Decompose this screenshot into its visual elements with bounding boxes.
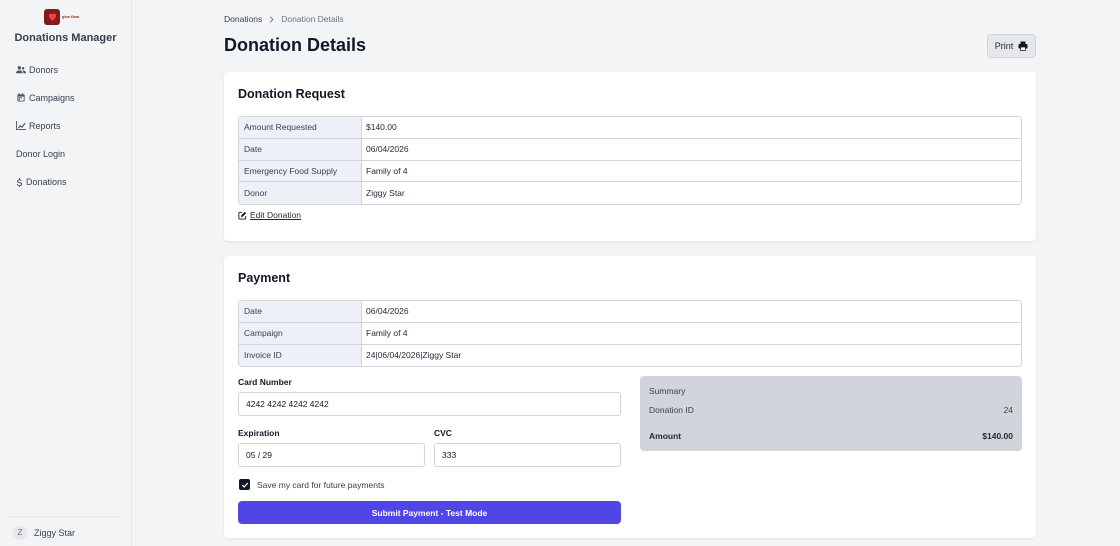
print-label: Print <box>994 41 1014 51</box>
dollar-icon <box>16 177 23 187</box>
table-row: Emergency Food Supply Family of 4 <box>239 160 1021 183</box>
table-row: Date 06/04/2026 <box>239 138 1021 161</box>
calendar-icon <box>17 93 25 102</box>
save-card-label: Save my card for future payments <box>257 480 385 490</box>
table-value: 24|06/04/2026|Ziggy Star <box>366 350 462 361</box>
table-value: Family of 4 <box>366 328 408 339</box>
table-value: Ziggy Star <box>366 188 405 199</box>
edit-donation-link[interactable]: Edit Donation <box>238 210 301 220</box>
summary-value: $140.00 <box>982 431 1013 441</box>
expiration-input[interactable] <box>238 443 425 467</box>
avatar: Z <box>13 526 27 540</box>
summary-row-donation-id: Donation ID 24 <box>649 405 1013 415</box>
breadcrumb: Donations Donation Details <box>224 14 344 24</box>
donation-request-card: Donation Request Amount Requested $140.0… <box>224 72 1036 241</box>
printer-icon <box>1018 41 1028 51</box>
sidebar-item-donations[interactable]: Donations <box>16 176 75 189</box>
sidebar-item-label: Reports <box>29 120 61 131</box>
payment-table: Date 06/04/2026 Campaign Family of 4 Inv… <box>238 300 1022 368</box>
payment-summary: Summary Donation ID 24 Amount $140.00 <box>640 376 1022 451</box>
payment-title: Payment <box>238 271 291 285</box>
edit-icon <box>238 211 247 220</box>
print-button[interactable]: Print <box>987 34 1036 58</box>
donation-request-title: Donation Request <box>238 87 345 101</box>
card-number-input[interactable] <box>238 392 621 416</box>
edit-donation-label: Edit Donation <box>250 210 302 220</box>
table-row: Date 06/04/2026 <box>239 301 1021 323</box>
table-key: Date <box>239 138 362 160</box>
table-value: 06/04/2026 <box>366 144 409 155</box>
donation-request-table: Amount Requested $140.00 Date 06/04/2026… <box>238 116 1022 205</box>
table-key: Campaign <box>239 322 362 344</box>
cvc-input[interactable] <box>434 443 621 467</box>
table-key: Invoice ID <box>239 344 362 367</box>
summary-label: Donation ID <box>649 405 694 415</box>
table-value: $140.00 <box>366 122 397 133</box>
sidebar-item-label: Donors <box>29 64 59 75</box>
logo-text: give flow <box>62 13 80 19</box>
table-row: Campaign Family of 4 <box>239 322 1021 345</box>
expiration-label: Expiration <box>238 428 280 438</box>
submit-payment-button[interactable]: Submit Payment - Test Mode <box>238 501 621 524</box>
users-icon <box>16 66 26 74</box>
table-row: Amount Requested $140.00 <box>239 117 1021 139</box>
summary-row-amount: Amount $140.00 <box>649 431 1013 441</box>
app-logo[interactable]: give flow <box>44 8 86 25</box>
summary-title: Summary <box>649 386 686 396</box>
table-row: Invoice ID 24|06/04/2026|Ziggy Star <box>239 344 1021 367</box>
sidebar-item-donors[interactable]: Donors <box>16 63 75 76</box>
user-name: Ziggy Star <box>34 528 76 538</box>
table-row: Donor Ziggy Star <box>239 182 1021 204</box>
sidebar-item-campaigns[interactable]: Campaigns <box>16 91 75 104</box>
summary-label: Amount <box>649 431 682 441</box>
heart-icon <box>44 8 60 25</box>
table-key: Emergency Food Supply <box>239 160 362 182</box>
summary-value: 24 <box>1003 405 1013 415</box>
breadcrumb-current: Donation Details <box>281 14 344 24</box>
table-value: Family of 4 <box>366 165 408 176</box>
checkmark-icon <box>241 482 248 488</box>
user-profile[interactable]: Z Ziggy Star <box>8 516 121 546</box>
chart-icon <box>16 121 26 131</box>
sidebar-item-donor-login[interactable]: Donor Login <box>16 148 75 161</box>
sidebar-item-label: Donor Login <box>16 149 66 160</box>
sidebar-item-label: Donations <box>26 177 67 188</box>
table-key: Date <box>239 301 362 322</box>
table-key: Donor <box>239 182 362 204</box>
chevron-right-icon <box>270 15 274 23</box>
app-title: Donations Manager <box>14 32 117 44</box>
table-value: 06/04/2026 <box>366 306 409 317</box>
sidebar-item-reports[interactable]: Reports <box>16 119 75 132</box>
sidebar-nav: Donors Campaigns Reports Donor Login Don… <box>16 63 75 204</box>
page-title: Donation Details <box>224 35 367 55</box>
breadcrumb-link-donations[interactable]: Donations <box>224 14 262 24</box>
table-key: Amount Requested <box>239 117 362 138</box>
payment-card: Payment Date 06/04/2026 Campaign Family … <box>224 256 1036 538</box>
sidebar: give flow Donations Manager Donors Campa… <box>0 0 132 546</box>
sidebar-item-label: Campaigns <box>29 92 75 103</box>
cvc-label: CVC <box>434 428 452 438</box>
save-card-checkbox[interactable] <box>239 479 250 490</box>
card-number-label: Card Number <box>238 377 292 387</box>
